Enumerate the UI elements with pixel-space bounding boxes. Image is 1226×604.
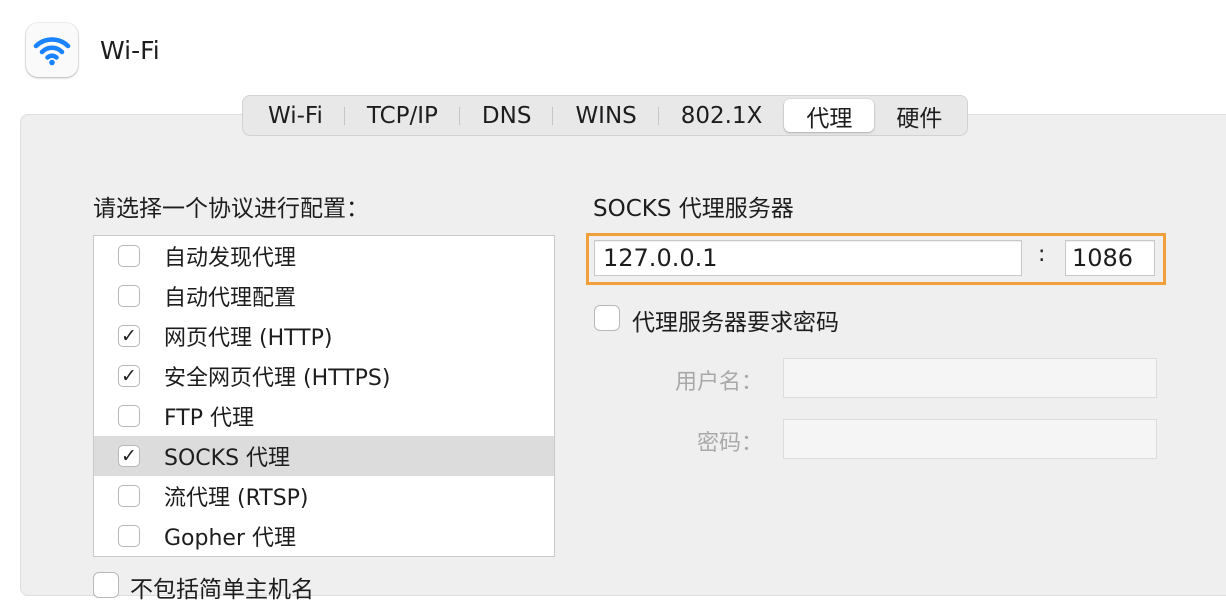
- protocol-list-heading: 请选择一个协议进行配置：: [93, 196, 369, 222]
- protocol-label: 自动发现代理: [164, 246, 297, 271]
- protocol-item-auto-discovery[interactable]: 自动发现代理: [94, 236, 554, 276]
- exclude-simple-hostnames-label: 不包括简单主机名: [130, 577, 314, 603]
- protocol-list: 自动发现代理 自动代理配置 ✓ 网页代理 (HTTP) ✓ 安全网页代理 (HT…: [93, 235, 555, 557]
- tab-proxies[interactable]: 代理: [784, 99, 875, 132]
- tab-tcp-ip[interactable]: TCP/IP: [345, 99, 460, 132]
- socks-server-heading: SOCKS 代理服务器: [593, 196, 794, 222]
- username-field[interactable]: [783, 358, 1157, 398]
- checkbox[interactable]: ✓: [118, 445, 140, 467]
- checkbox[interactable]: ✓: [118, 365, 140, 387]
- tab-802-1x[interactable]: 802.1X: [659, 99, 785, 132]
- checkbox[interactable]: [118, 285, 140, 307]
- checkmark-icon: ✓: [121, 364, 137, 387]
- protocol-label: 流代理 (RTSP): [164, 486, 309, 511]
- password-required-checkbox[interactable]: [594, 305, 620, 331]
- protocol-item-gopher[interactable]: Gopher 代理: [94, 516, 554, 556]
- protocol-label: 自动代理配置: [164, 286, 297, 311]
- protocol-label: SOCKS 代理: [164, 446, 291, 471]
- tab-dns[interactable]: DNS: [460, 99, 554, 132]
- checkbox[interactable]: ✓: [118, 325, 140, 347]
- protocol-item-ftp[interactable]: FTP 代理: [94, 396, 554, 436]
- tab-bar: Wi-Fi TCP/IP DNS WINS 802.1X 代理 硬件: [242, 95, 969, 136]
- protocol-label: 网页代理 (HTTP): [164, 326, 333, 351]
- protocol-item-http[interactable]: ✓ 网页代理 (HTTP): [94, 316, 554, 356]
- protocol-label: FTP 代理: [164, 406, 254, 431]
- tab-wifi[interactable]: Wi-Fi: [246, 99, 345, 132]
- exclude-simple-hostnames-checkbox[interactable]: [93, 572, 119, 598]
- protocol-item-https[interactable]: ✓ 安全网页代理 (HTTPS): [94, 356, 554, 396]
- password-required-label: 代理服务器要求密码: [632, 310, 839, 336]
- protocol-label: Gopher 代理: [164, 526, 296, 551]
- tab-wins[interactable]: WINS: [553, 99, 660, 132]
- password-field[interactable]: [783, 419, 1157, 459]
- wifi-app-icon: [26, 23, 78, 77]
- protocol-item-rtsp[interactable]: 流代理 (RTSP): [94, 476, 554, 516]
- wifi-icon: [33, 37, 71, 66]
- protocol-label: 安全网页代理 (HTTPS): [164, 366, 391, 391]
- page-title: Wi-Fi: [100, 36, 160, 65]
- proxy-port-input[interactable]: 1086: [1065, 240, 1155, 276]
- port-separator: :: [1038, 242, 1046, 267]
- checkmark-icon: ✓: [121, 444, 137, 467]
- tab-hardware[interactable]: 硬件: [874, 99, 964, 132]
- checkbox[interactable]: [118, 485, 140, 507]
- protocol-item-socks[interactable]: ✓ SOCKS 代理: [94, 436, 554, 476]
- checkbox[interactable]: [118, 245, 140, 267]
- checkmark-icon: ✓: [121, 324, 137, 347]
- username-label: 用户名：: [674, 370, 763, 395]
- password-label: 密码：: [696, 431, 763, 456]
- protocol-item-auto-config[interactable]: 自动代理配置: [94, 276, 554, 316]
- checkbox[interactable]: [118, 405, 140, 427]
- proxy-server-input[interactable]: 127.0.0.1: [594, 240, 1022, 276]
- checkbox[interactable]: [118, 525, 140, 547]
